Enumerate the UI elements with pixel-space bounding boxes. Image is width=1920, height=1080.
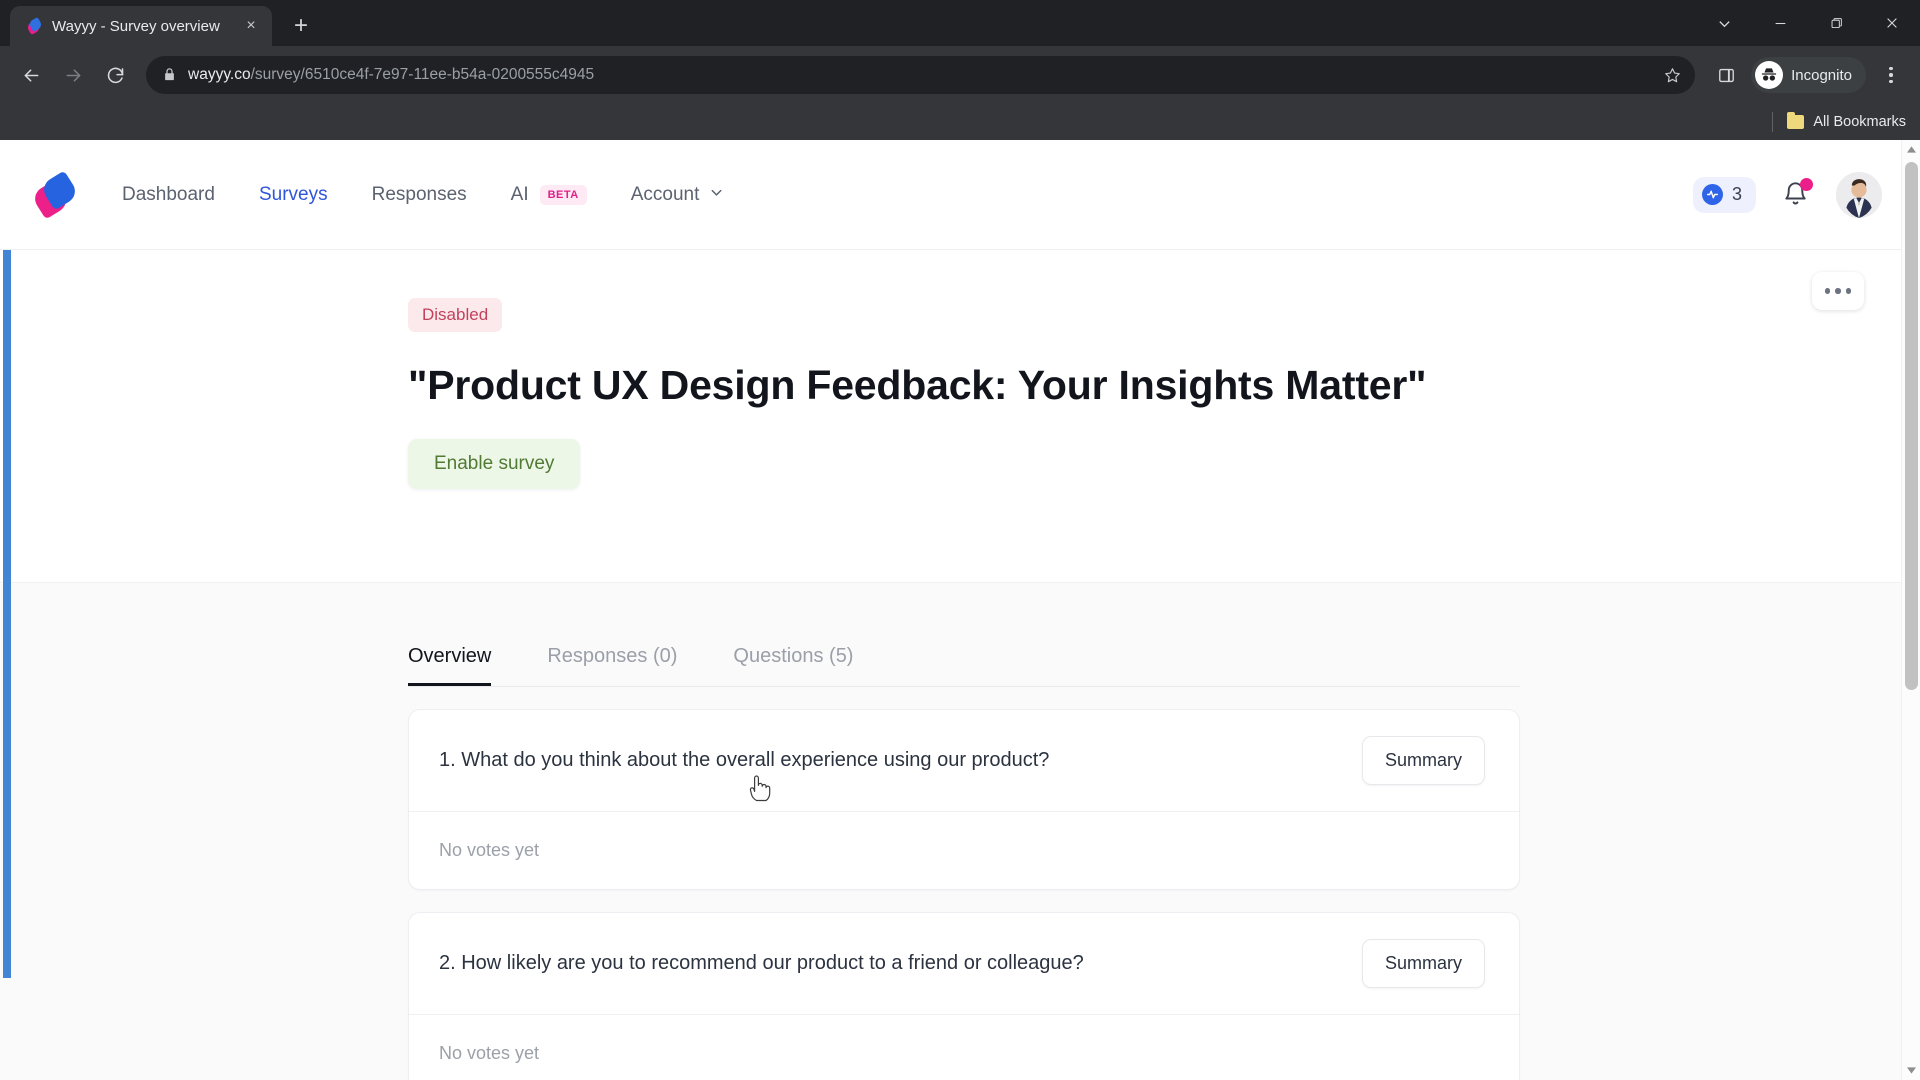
page-scrollbar[interactable] [1901, 140, 1920, 1080]
question-card: 2. How likely are you to recommend our p… [408, 912, 1520, 1080]
restore-icon[interactable] [1808, 0, 1864, 46]
bookmarks-divider [1772, 112, 1774, 132]
status-badge: Disabled [408, 298, 503, 332]
window-controls [1696, 0, 1920, 46]
nav-item-ai-label: AI [510, 183, 529, 205]
credits-button[interactable]: 3 [1692, 176, 1756, 213]
nav-item-responses[interactable]: Responses [350, 184, 489, 206]
app-navbar: Dashboard Surveys Responses AI BETA Acco… [0, 140, 1920, 250]
scrollbar-up-arrow[interactable] [1902, 140, 1920, 159]
survey-hero: Disabled "Product UX Design Feedback: Yo… [0, 250, 1920, 582]
tab-overview[interactable]: Overview [408, 645, 519, 686]
folder-icon [1787, 112, 1805, 129]
browser-window: Wayyy - Survey overview × + wayyy.co/sur… [0, 0, 1920, 1080]
forward-arrow-icon[interactable] [54, 56, 92, 94]
close-tab-icon[interactable]: × [240, 15, 262, 37]
more-options-icon[interactable] [1812, 272, 1864, 310]
all-bookmarks-label: All Bookmarks [1813, 114, 1906, 130]
summary-button[interactable]: Summary [1361, 736, 1485, 785]
browser-tab-strip: Wayyy - Survey overview × + [0, 0, 1920, 46]
lock-icon [162, 67, 178, 83]
reload-icon[interactable] [96, 56, 134, 94]
wayyy-logo-icon[interactable] [30, 170, 80, 219]
tabs-divider [408, 686, 1520, 687]
question-title: 2. How likely are you to recommend our p… [439, 952, 1084, 974]
nav-item-ai[interactable]: AI BETA [489, 184, 609, 206]
minimize-icon[interactable] [1752, 0, 1808, 46]
question-results: No votes yet [439, 1043, 540, 1063]
notifications-button[interactable] [1782, 177, 1813, 210]
address-bar-url: wayyy.co/survey/6510ce4f-7e97-11ee-b54a-… [188, 66, 594, 84]
side-panel-icon[interactable] [1707, 56, 1745, 94]
incognito-label: Incognito [1791, 66, 1852, 84]
chrome-menu-icon[interactable] [1874, 58, 1908, 92]
question-card-header: 2. How likely are you to recommend our p… [409, 913, 1519, 1015]
url-domain: wayyy.co [188, 66, 251, 83]
notification-unread-badge [1800, 177, 1813, 191]
all-bookmarks-button[interactable]: All Bookmarks [1787, 112, 1906, 130]
browser-tab[interactable]: Wayyy - Survey overview × [10, 6, 272, 46]
survey-content-section: Overview Responses (0) Questions (5) 1. … [0, 582, 1920, 1080]
nav-item-account[interactable]: Account [609, 184, 747, 206]
scrollbar-thumb[interactable] [1905, 162, 1918, 690]
page-title: "Product UX Design Feedback: Your Insigh… [408, 362, 1427, 408]
beta-badge: BETA [539, 184, 587, 205]
toolbar-right-actions: Incognito [1707, 56, 1908, 94]
incognito-profile-button[interactable]: Incognito [1751, 57, 1866, 93]
page-viewport: Dashboard Surveys Responses AI BETA Acco… [0, 140, 1920, 1080]
wayyy-logo-icon [25, 16, 44, 36]
credits-count: 3 [1731, 184, 1742, 204]
survey-tabs: Overview Responses (0) Questions (5) [408, 645, 1520, 686]
close-icon[interactable] [1864, 0, 1920, 46]
question-card: 1. What do you think about the overall e… [408, 709, 1520, 890]
browser-toolbar: wayyy.co/survey/6510ce4f-7e97-11ee-b54a-… [0, 46, 1920, 104]
incognito-icon [1755, 61, 1784, 89]
scrollbar-down-arrow[interactable] [1902, 1061, 1920, 1080]
new-tab-button[interactable]: + [284, 9, 318, 43]
url-path: /survey/6510ce4f-7e97-11ee-b54a-0200555c… [250, 66, 595, 83]
nav-item-account-label: Account [630, 183, 700, 205]
question-results: No votes yet [439, 840, 540, 860]
back-arrow-icon[interactable] [12, 56, 50, 94]
bookmarks-bar: All Bookmarks [0, 104, 1920, 140]
nav-item-dashboard[interactable]: Dashboard [100, 184, 237, 206]
browser-tab-title: Wayyy - Survey overview [52, 17, 220, 35]
nav-item-surveys[interactable]: Surveys [237, 184, 350, 206]
activity-icon [1701, 184, 1723, 205]
bookmark-star-icon[interactable] [1657, 60, 1687, 90]
summary-button[interactable]: Summary [1361, 939, 1485, 988]
chevron-down-icon [709, 185, 724, 205]
app-nav-links: Dashboard Surveys Responses AI BETA Acco… [100, 184, 746, 206]
question-card-header: 1. What do you think about the overall e… [409, 710, 1519, 812]
app-nav-right: 3 [1692, 171, 1882, 218]
chevron-down-icon[interactable] [1696, 0, 1752, 46]
user-avatar[interactable] [1836, 171, 1882, 218]
address-bar[interactable]: wayyy.co/survey/6510ce4f-7e97-11ee-b54a-… [146, 56, 1696, 94]
page-left-accent-stripe [3, 250, 11, 978]
tab-questions[interactable]: Questions (5) [705, 645, 881, 686]
enable-survey-button[interactable]: Enable survey [408, 439, 581, 489]
question-title: 1. What do you think about the overall e… [439, 749, 1050, 771]
tab-responses[interactable]: Responses (0) [519, 645, 705, 686]
